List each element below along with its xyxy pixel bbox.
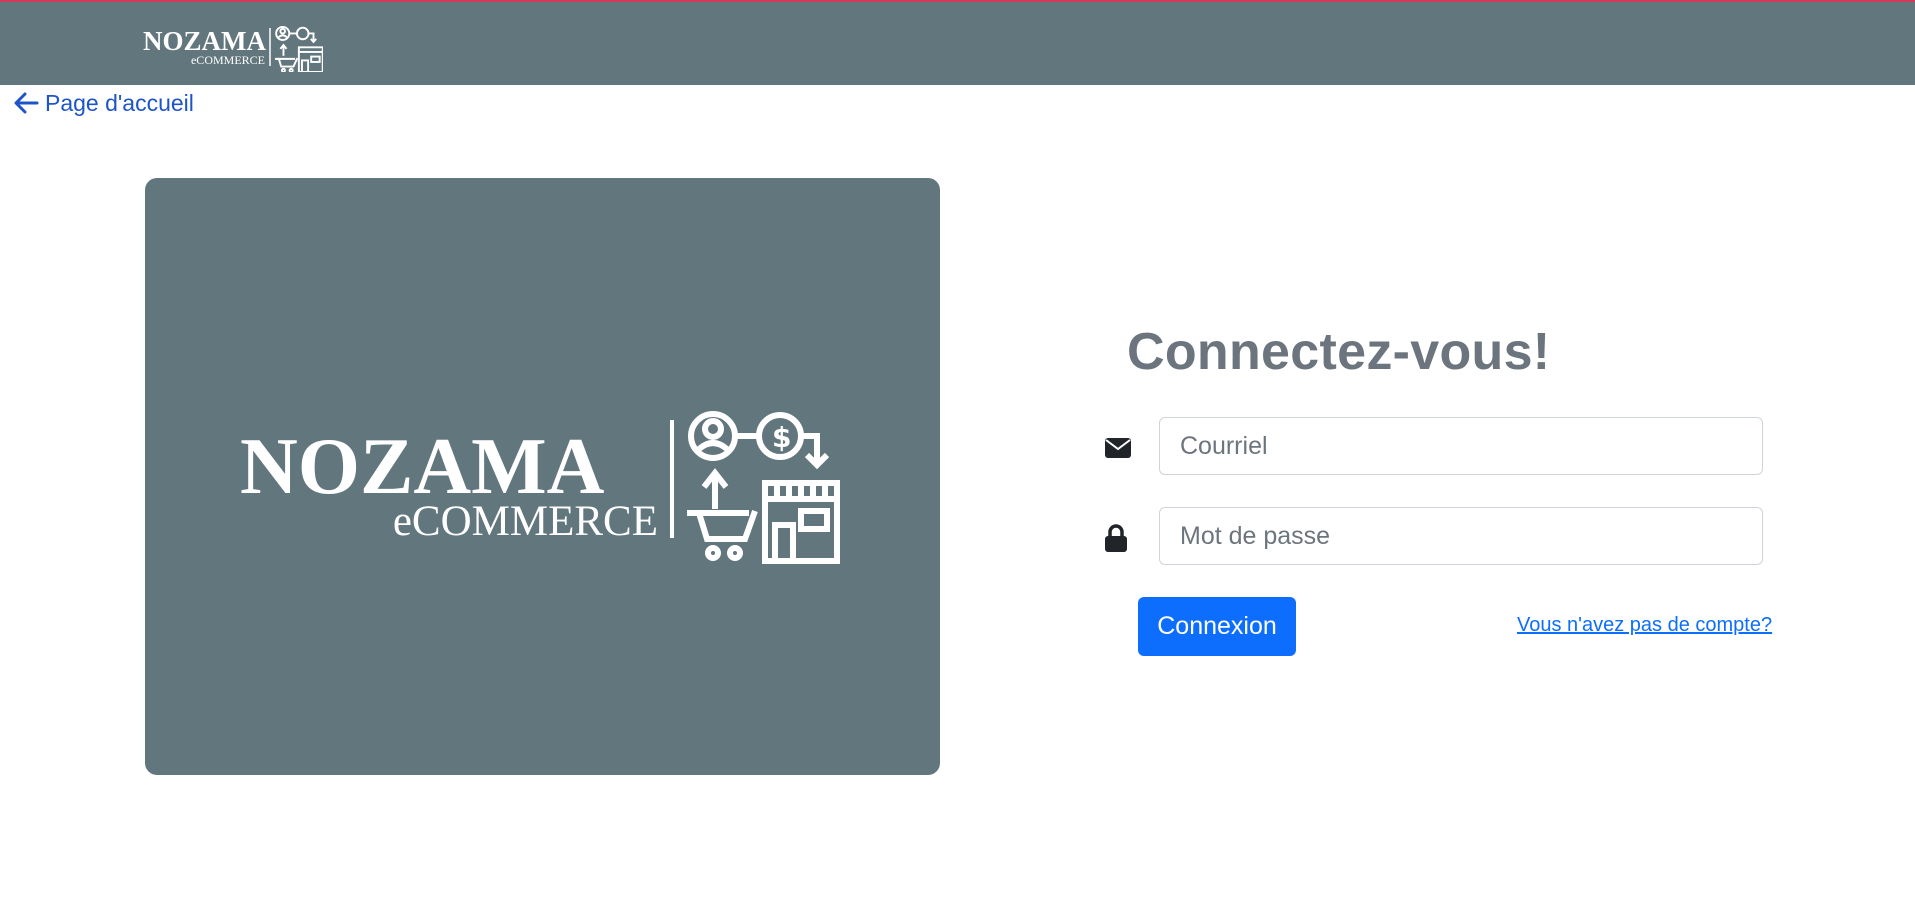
back-home-label: Page d'accueil xyxy=(45,89,194,116)
password-input[interactable] xyxy=(1159,507,1763,565)
navbar-brand-name: NOZAMA xyxy=(143,26,266,56)
email-input[interactable] xyxy=(1159,417,1763,475)
navbar: NOZAMA eCOMMERCE xyxy=(0,2,1915,85)
lock-icon xyxy=(1105,519,1143,557)
password-row xyxy=(1105,507,1765,569)
back-home-link[interactable]: Page d'accueil xyxy=(13,88,194,118)
hero-panel: NOZAMA eCOMMERCE $ xyxy=(145,178,940,775)
signup-link[interactable]: Vous n'avez pas de compte? xyxy=(1517,614,1772,637)
envelope-icon xyxy=(1105,429,1143,467)
navbar-logo[interactable]: NOZAMA eCOMMERCE xyxy=(143,22,324,73)
email-row xyxy=(1105,417,1765,479)
arrow-left-icon xyxy=(14,92,39,114)
logo-icon: NOZAMA eCOMMERCE xyxy=(143,25,324,73)
login-button[interactable]: Connexion xyxy=(1138,597,1296,656)
page-title: Connectez-vous! xyxy=(1127,323,1551,381)
hero-brand-tagline: eCOMMERCE xyxy=(393,498,658,545)
navbar-brand-tagline: eCOMMERCE xyxy=(191,53,265,67)
svg-text:$: $ xyxy=(772,421,791,454)
logo-icon: NOZAMA eCOMMERCE $ xyxy=(240,411,840,564)
